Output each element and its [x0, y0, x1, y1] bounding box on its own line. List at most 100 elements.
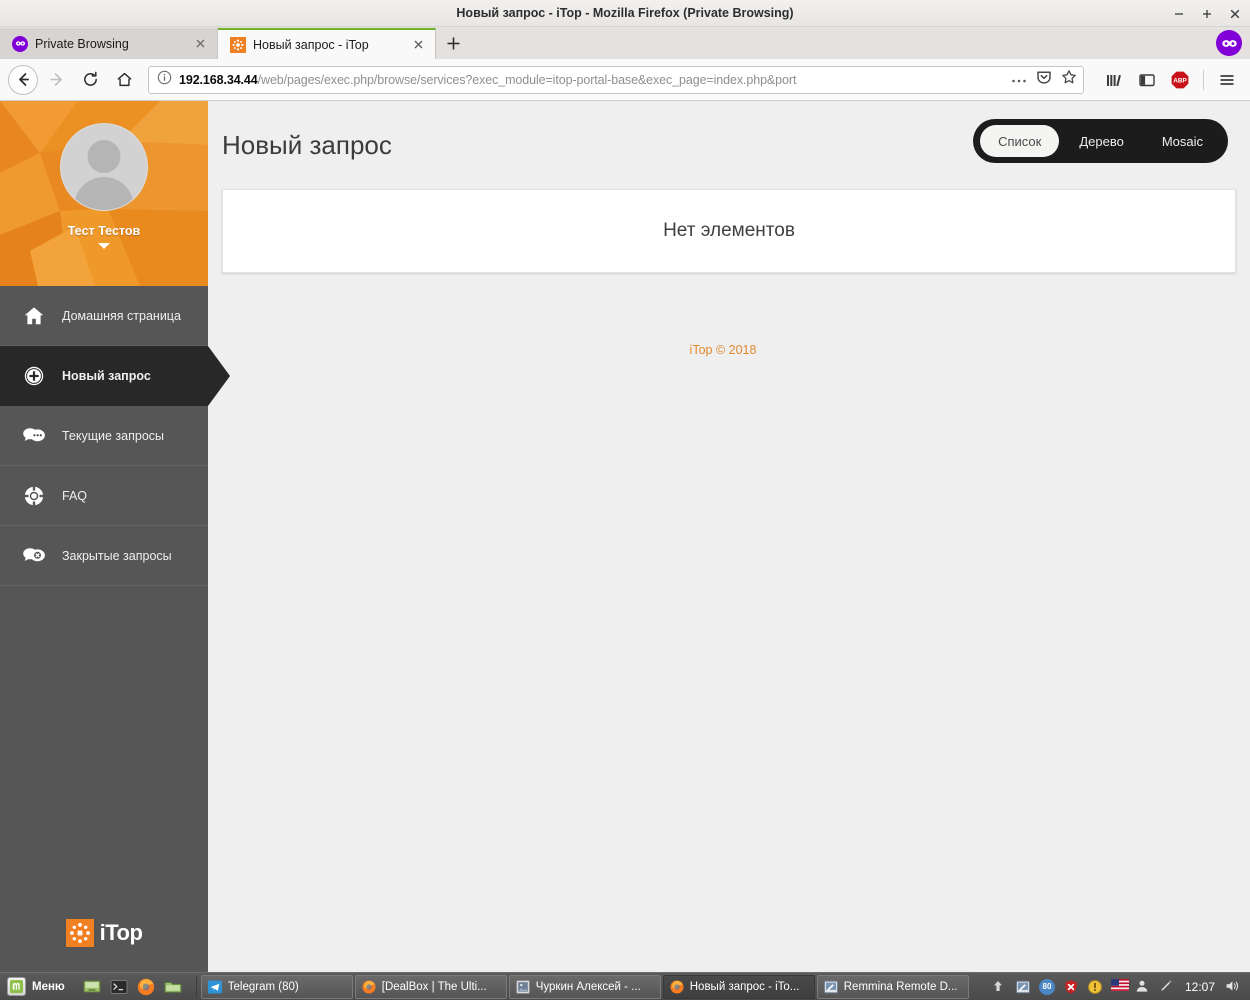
taskbar-window-list: Telegram (80) [DealBox | The Ulti... Чур…: [200, 974, 981, 999]
empty-message: Нет элементов: [663, 220, 795, 241]
svg-text:ABP: ABP: [1173, 77, 1187, 84]
info-circle-icon[interactable]: [157, 70, 172, 90]
shield-red-icon[interactable]: [1063, 979, 1079, 995]
terminal-icon[interactable]: [109, 977, 129, 997]
taskbar-launchers: [73, 977, 192, 997]
tab-label: Private Browsing: [35, 36, 129, 51]
sidebar-item-label: Текущие запросы: [62, 428, 165, 443]
start-menu-label: Меню: [32, 980, 65, 993]
us-flag-icon[interactable]: [1110, 978, 1129, 995]
itop-logo-word: iTop: [99, 920, 143, 945]
sidebar-item-faq[interactable]: FAQ: [0, 466, 208, 526]
view-mode-list[interactable]: Список: [980, 125, 1060, 157]
close-icon[interactable]: [411, 37, 426, 52]
sidebar-item-new-request[interactable]: Новый запрос: [0, 346, 230, 406]
taskbar-window-dealbox[interactable]: [DealBox | The Ulti...: [354, 974, 507, 999]
taskbar-window-telegram[interactable]: Telegram (80): [200, 974, 353, 999]
star-icon[interactable]: [1061, 69, 1077, 90]
firefox-icon: [361, 979, 377, 995]
private-mask-icon: [12, 35, 28, 52]
file-manager-icon[interactable]: [163, 977, 183, 997]
image-viewer-icon: [515, 979, 531, 995]
sidebar-item-home[interactable]: Домашняя страница: [0, 286, 208, 346]
desktop-taskbar: Меню Telegram (80) [DealBox | The Ulti..…: [0, 972, 1250, 1000]
reload-icon[interactable]: [74, 64, 106, 96]
itop-favicon: [230, 36, 246, 53]
taskbar-window-label: [DealBox | The Ulti...: [381, 980, 487, 993]
close-button[interactable]: [1228, 7, 1242, 21]
taskbar-window-label: Telegram (80): [227, 980, 299, 993]
update-circle-icon[interactable]: [1087, 979, 1103, 995]
sidebar-item-ongoing-requests[interactable]: Текущие запросы: [0, 406, 208, 466]
lifebuoy-icon: [22, 484, 46, 508]
user-profile-block[interactable]: Тест Тестов: [0, 101, 208, 286]
sidebar-item-label: FAQ: [62, 488, 88, 503]
telegram-count-badge[interactable]: 80: [1038, 978, 1055, 995]
window-title: Новый запрос - iTop - Mozilla Firefox (P…: [456, 6, 794, 20]
taskbar-window-itop[interactable]: Новый запрос - iTo...: [662, 974, 815, 999]
ellipsis-icon[interactable]: [1011, 71, 1027, 89]
plus-circle-icon: [22, 364, 46, 388]
url-bar[interactable]: 192.168.34.44/web/pages/exec.php/browse/…: [148, 65, 1084, 94]
back-arrow-icon[interactable]: [8, 64, 38, 95]
url-text: 192.168.34.44/web/pages/exec.php/browse/…: [179, 73, 1004, 87]
taskbar-separator: [195, 975, 197, 998]
tab-label: Новый запрос - iTop: [253, 37, 369, 52]
pen-icon[interactable]: [1159, 979, 1175, 995]
portal-main: Новый запрос Список Дерево Mosaic Нет эл…: [208, 101, 1250, 972]
show-desktop-icon[interactable]: [82, 977, 102, 997]
sidebar-item-label: Домашняя страница: [62, 308, 181, 323]
system-tray: 80 12:07: [981, 978, 1247, 995]
start-menu-button[interactable]: Меню: [3, 975, 73, 999]
speech-bubbles-icon: [22, 424, 46, 448]
user-avatar-icon: [60, 123, 148, 211]
new-tab-button[interactable]: [436, 28, 470, 59]
main-header: Новый запрос Список Дерево Mosaic: [222, 101, 1236, 189]
speaker-icon[interactable]: [1225, 979, 1241, 995]
home-icon: [22, 304, 46, 328]
window-controls: [1172, 0, 1242, 27]
remmina-icon[interactable]: [1015, 979, 1031, 995]
taskbar-window-image-viewer[interactable]: Чуркин Алексей - ...: [508, 974, 661, 999]
page-title: Новый запрос: [222, 129, 392, 160]
remmina-icon: [823, 979, 839, 995]
home-icon[interactable]: [108, 64, 140, 96]
hamburger-menu-icon[interactable]: [1212, 65, 1242, 95]
url-host: 192.168.34.44: [179, 72, 258, 87]
browser-tab-itop[interactable]: Новый запрос - iTop: [218, 28, 436, 59]
view-mode-toggle: Список Дерево Mosaic: [973, 119, 1228, 163]
linux-mint-icon: [7, 977, 26, 996]
sidebar-item-label: Новый запрос: [62, 368, 151, 383]
user-icon[interactable]: [1135, 979, 1151, 995]
itop-logo-mark: [65, 919, 94, 947]
portal-footer: iTop © 2018: [689, 343, 757, 357]
sidebar-icon[interactable]: [1132, 65, 1162, 95]
maximize-button[interactable]: [1200, 7, 1214, 21]
taskbar-window-label: Чуркин Алексей - ...: [535, 980, 641, 993]
forward-arrow-icon[interactable]: [40, 64, 72, 96]
library-icon[interactable]: [1099, 65, 1129, 95]
taskbar-window-label: Remmina Remote D...: [843, 980, 958, 993]
window-titlebar: Новый запрос - iTop - Mozilla Firefox (P…: [0, 0, 1250, 27]
taskbar-window-label: Новый запрос - iTo...: [689, 980, 800, 993]
browser-tab-private-browsing[interactable]: Private Browsing: [0, 28, 218, 59]
up-arrow-icon[interactable]: [991, 979, 1007, 995]
minimize-button[interactable]: [1172, 7, 1186, 21]
clock[interactable]: 12:07: [1183, 980, 1217, 994]
url-path: /web/pages/exec.php/browse/services?exec…: [257, 72, 797, 87]
tab-strip: Private Browsing Новый запрос - iTop: [0, 27, 1250, 59]
sidebar-item-label: Закрытые запросы: [62, 548, 172, 563]
telegram-icon: [207, 979, 223, 995]
pocket-icon[interactable]: [1036, 69, 1052, 90]
firefox-icon: [669, 979, 685, 995]
page-viewport: Тест Тестов Домашняя страница Новый запр…: [0, 101, 1250, 972]
adblock-plus-icon[interactable]: ABP: [1165, 65, 1195, 95]
sidebar-item-closed-requests[interactable]: Закрытые запросы: [0, 526, 208, 586]
view-mode-tree[interactable]: Дерево: [1061, 125, 1141, 157]
firefox-icon[interactable]: [136, 977, 156, 997]
chevron-down-icon[interactable]: [98, 243, 110, 249]
taskbar-window-remmina[interactable]: Remmina Remote D...: [816, 974, 969, 999]
close-icon[interactable]: [193, 36, 208, 51]
view-mode-mosaic[interactable]: Mosaic: [1144, 125, 1221, 157]
